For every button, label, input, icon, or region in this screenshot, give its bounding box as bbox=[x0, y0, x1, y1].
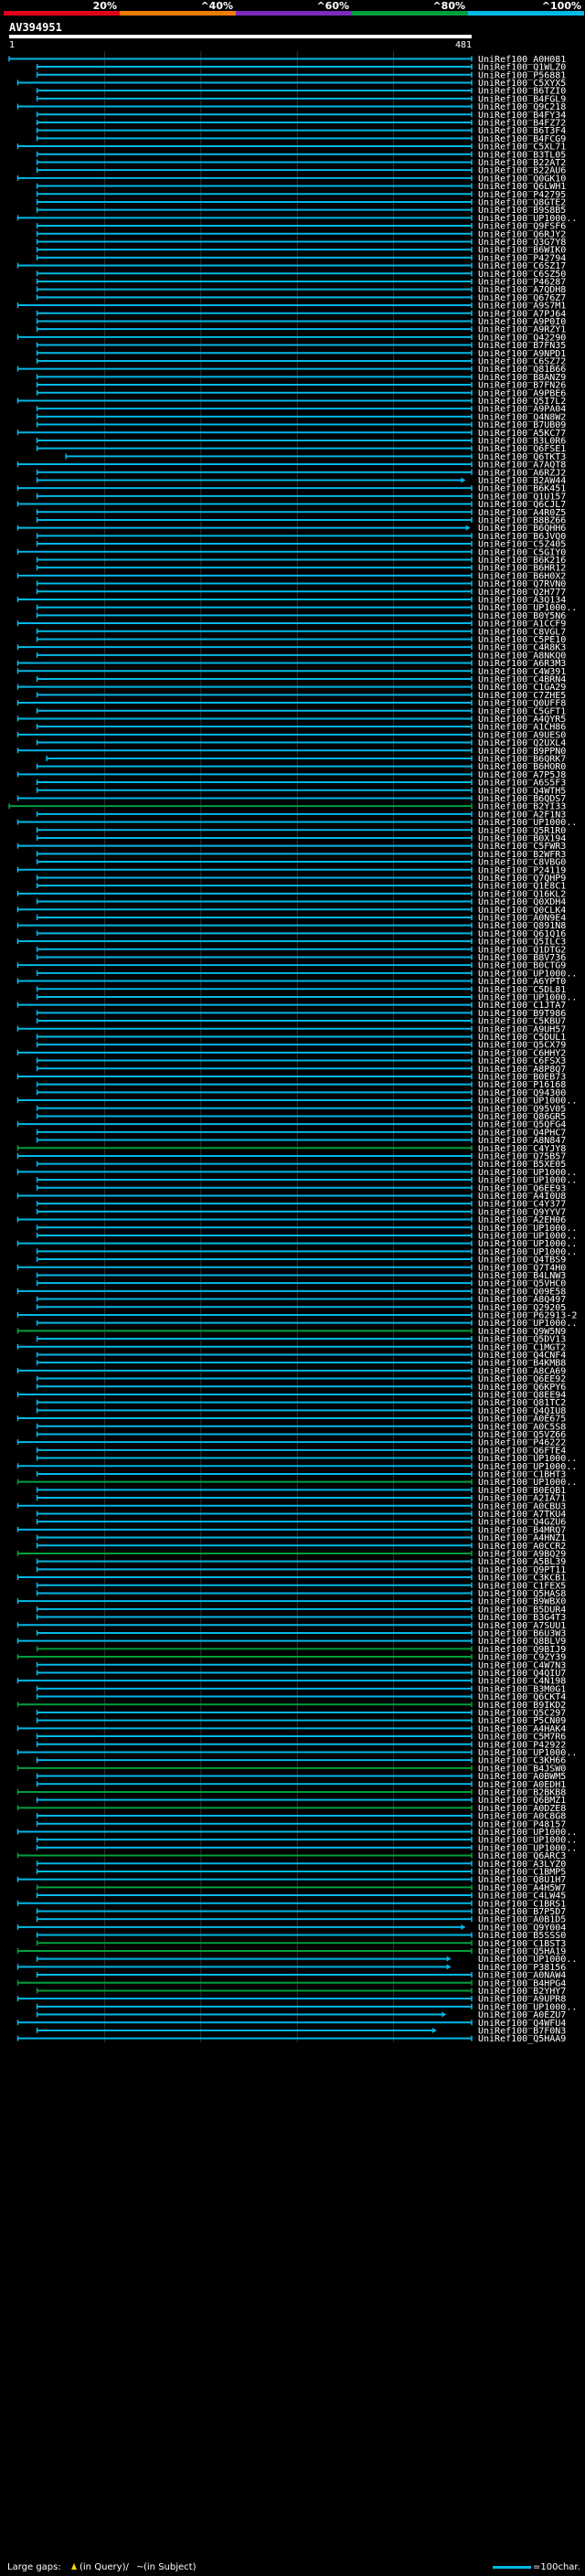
query-start: 1 bbox=[9, 40, 15, 50]
footer-scale-label: =100char. bbox=[533, 2562, 580, 2572]
scale-label: ^100% bbox=[542, 0, 581, 12]
scale-label: ^60% bbox=[316, 0, 349, 12]
scale-bar bbox=[493, 2566, 531, 2569]
hit-label[interactable]: UniRef100_Q5HAA9 bbox=[478, 2034, 566, 2044]
footer-gaps-label: Large gaps: bbox=[7, 2562, 61, 2572]
query-end: 481 bbox=[455, 40, 472, 50]
query-id: AV394951 bbox=[9, 21, 62, 34]
scale-label: 20% bbox=[93, 0, 117, 12]
query-bar bbox=[9, 35, 472, 38]
footer-in-subject-label: (in Subject) bbox=[144, 2562, 197, 2572]
footer-in-query-label: (in Query)/ bbox=[80, 2562, 129, 2572]
scale-label: ^40% bbox=[200, 0, 233, 12]
scale-label: ^80% bbox=[432, 0, 465, 12]
alignment-overview-chart: 20% ^40% ^60% ^80% ^100% AV394951 1 481 UniR… bbox=[0, 0, 585, 2576]
